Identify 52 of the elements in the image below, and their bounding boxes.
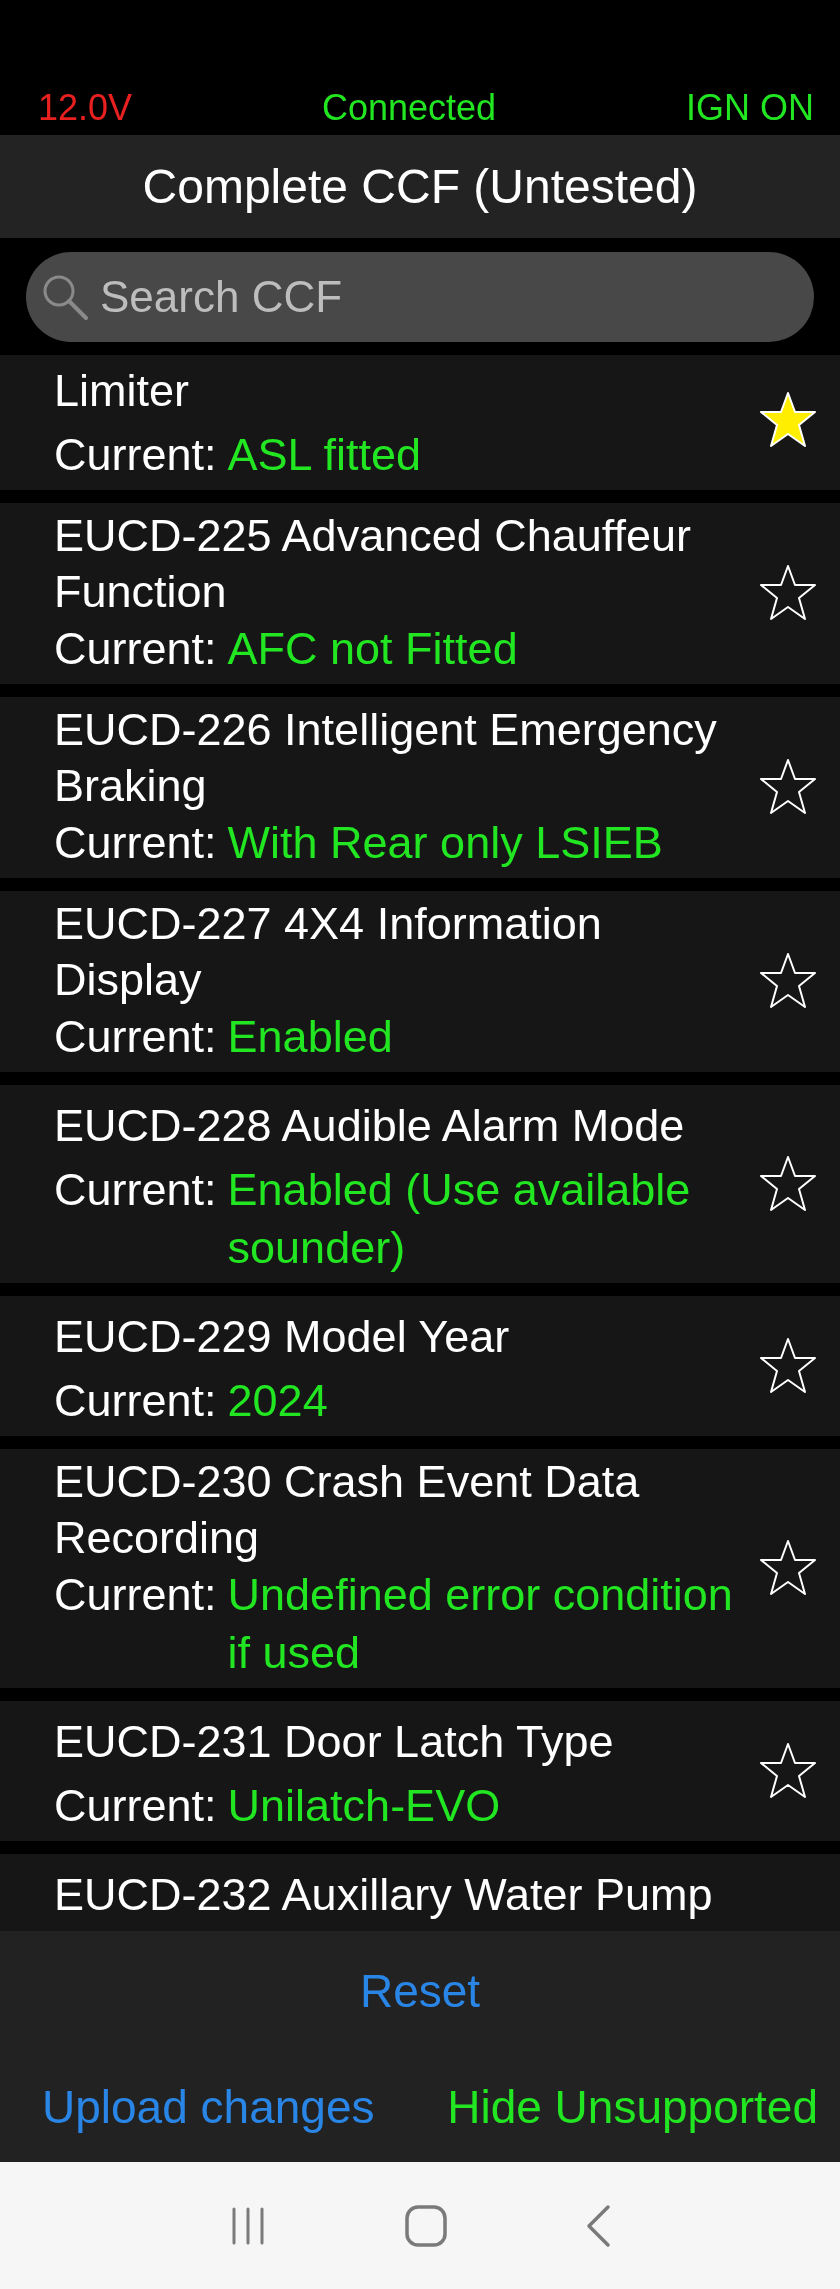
- list-item[interactable]: Limiter Current: ASL fitted: [0, 355, 840, 490]
- item-title: EUCD-226 Intelligent Emergency Braking: [54, 703, 718, 813]
- item-title: EUCD-227 4X4 Information Display: [54, 897, 603, 1007]
- list-item[interactable]: EUCD-232 Auxillary Water Pump: [0, 1854, 840, 1931]
- star-outline-icon[interactable]: [758, 1741, 818, 1800]
- list-item[interactable]: EUCD-231 Door Latch Type Current: Unilatch-EVO: [0, 1701, 840, 1841]
- current-value: AFC not Fitted: [227, 622, 519, 676]
- item-title: Limiter: [54, 363, 190, 418]
- item-title: EUCD-228 Audible Alarm Mode: [54, 1098, 685, 1153]
- star-outline-icon[interactable]: [758, 952, 818, 1010]
- current-label: Current:: [54, 1374, 217, 1428]
- list-item[interactable]: EUCD-226 Intelligent Emergency Braking Current: With Rear only LSIEB: [0, 697, 840, 878]
- current-value: 2024: [227, 1374, 329, 1428]
- star-outline-icon[interactable]: [758, 1154, 818, 1213]
- item-title: EUCD-232 Auxillary Water Pump: [54, 1867, 713, 1922]
- list-item[interactable]: EUCD-230 Crash Event Data Recording Current: Undefined error condition if used: [0, 1449, 840, 1688]
- ignition-status: IGN ON: [685, 87, 814, 129]
- list-item[interactable]: EUCD-229 Model Year Current: 2024: [0, 1296, 840, 1436]
- current-label: Current:: [54, 816, 217, 870]
- star-outline-icon[interactable]: [758, 758, 818, 816]
- current-label: Current:: [54, 1163, 217, 1217]
- home-icon[interactable]: [404, 2203, 448, 2248]
- star-outline-icon[interactable]: [758, 564, 818, 622]
- voltage-reading: 12.0V: [38, 87, 133, 129]
- back-icon[interactable]: [584, 2203, 612, 2248]
- search-field[interactable]: Search CCF: [26, 251, 814, 342]
- current-label: Current:: [54, 1568, 217, 1622]
- current-label: Current:: [54, 1010, 217, 1064]
- list-item[interactable]: EUCD-227 4X4 Information Display Current: Enabled: [0, 891, 840, 1072]
- item-title: EUCD-230 Crash Event Data Recording: [54, 1455, 641, 1565]
- star-outline-icon[interactable]: [758, 1336, 818, 1395]
- item-title: EUCD-225 Advanced Chauffeur Function: [54, 509, 693, 619]
- item-title: EUCD-231 Door Latch Type: [54, 1714, 614, 1769]
- upload-changes-button[interactable]: Upload changes: [42, 2079, 375, 2134]
- current-value: Enabled: [227, 1010, 394, 1064]
- current-value: Unilatch-EVO: [227, 1779, 502, 1833]
- list-item[interactable]: EUCD-228 Audible Alarm Mode Current: Enabled (Use available sounder): [0, 1085, 840, 1283]
- current-label: Current:: [54, 1779, 217, 1833]
- reset-button[interactable]: Reset: [359, 1964, 481, 2018]
- current-label: Current:: [54, 622, 217, 676]
- item-title: EUCD-229 Model Year: [54, 1309, 510, 1364]
- current-value: Enabled (Use available sounder): [227, 1163, 692, 1275]
- connection-status: Connected: [321, 87, 497, 129]
- star-outline-icon[interactable]: [758, 1539, 818, 1597]
- current-value: With Rear only LSIEB: [227, 816, 664, 870]
- current-value: Undefined error condition if used: [227, 1568, 734, 1680]
- current-value: ASL fitted: [227, 428, 422, 482]
- star-filled-icon[interactable]: [758, 390, 818, 449]
- screen-title: Complete CCF (Untested): [142, 159, 698, 214]
- hide-unsupported-button[interactable]: Hide Unsupported: [447, 2079, 818, 2134]
- list-item[interactable]: EUCD-225 Advanced Chauffeur Function Current: AFC not Fitted: [0, 503, 840, 684]
- current-label: Current:: [54, 428, 217, 482]
